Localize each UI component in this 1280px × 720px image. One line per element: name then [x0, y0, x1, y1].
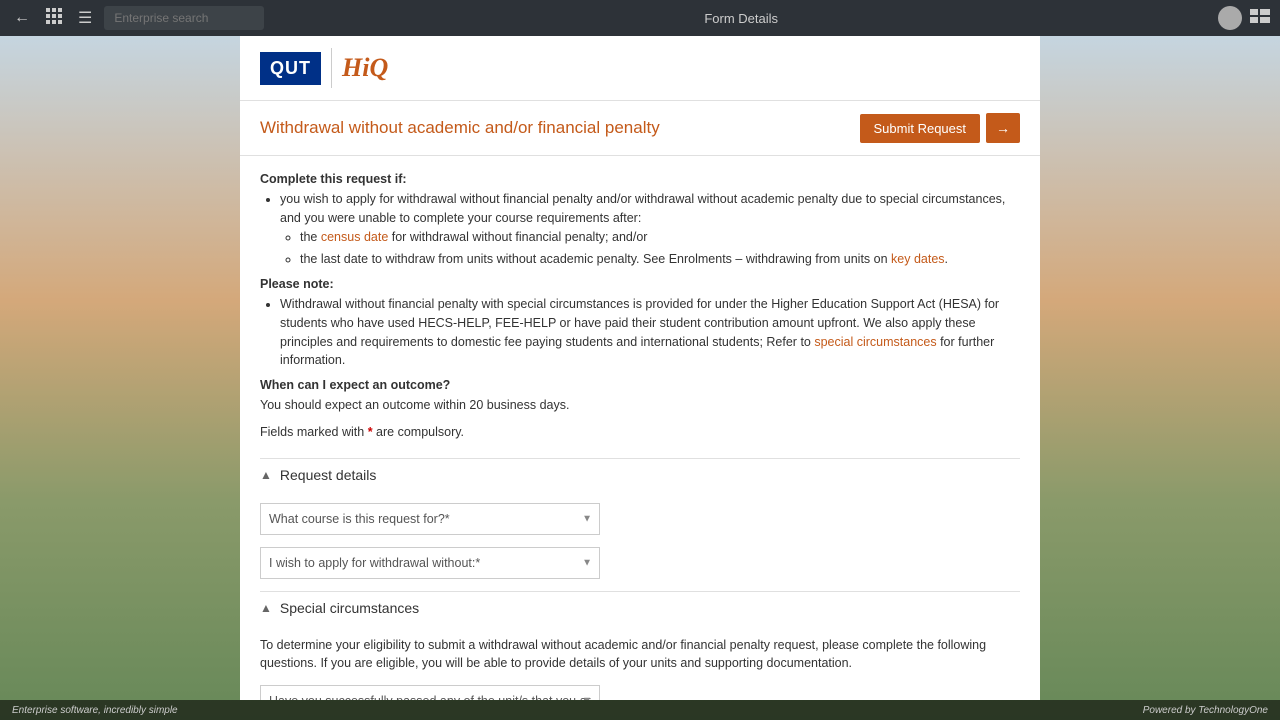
section-title-request-details: Request details [280, 467, 377, 483]
withdrawal-select-wrapper: I wish to apply for withdrawal without:* [260, 547, 600, 579]
when-text: You should expect an outcome within 20 b… [260, 396, 1020, 415]
form-body: Complete this request if: you wish to ap… [240, 156, 1040, 700]
special-circumstances-link[interactable]: special circumstances [814, 335, 936, 349]
statusbar-right: Powered by TechnologyOne [1143, 705, 1268, 716]
section-header-special-circumstances: ▲ Special circumstances [260, 591, 1020, 624]
form-title-actions: Submit Request → [860, 113, 1021, 143]
enterprise-search-input[interactable] [104, 6, 264, 30]
user-avatar[interactable] [1218, 6, 1242, 30]
passed-select-wrapper: Have you successfully passed any of the … [260, 685, 600, 700]
required-star: * [368, 425, 373, 439]
topbar-right [1218, 6, 1270, 30]
hiq-logo: HiQ [342, 53, 388, 83]
menu-icon[interactable]: ☰ [74, 4, 96, 32]
key-dates-link[interactable]: key dates [891, 252, 945, 266]
form-group-passed: Have you successfully passed any of the … [260, 685, 1020, 700]
qut-logo: QUT [260, 52, 321, 85]
when-heading: When can I expect an outcome? [260, 378, 1020, 392]
special-circ-description: To determine your eligibility to submit … [260, 636, 1020, 674]
withdrawal-select[interactable]: I wish to apply for withdrawal without:* [260, 547, 600, 579]
required-note: Fields marked with * are compulsory. [260, 423, 1020, 442]
please-note-heading: Please note: [260, 277, 1020, 291]
intro-bullets: you wish to apply for withdrawal without… [260, 190, 1020, 269]
logo-divider [331, 48, 332, 88]
intro-bullet-1: you wish to apply for withdrawal without… [280, 190, 1020, 269]
form-group-course: What course is this request for?* [260, 503, 1020, 535]
grid-icon[interactable]: ​ [42, 4, 66, 33]
statusbar-left: Enterprise software, incredibly simple [12, 705, 178, 716]
topbar-center-label: Form Details [704, 11, 778, 26]
form-title-bar: Withdrawal without academic and/or finan… [240, 101, 1040, 156]
intro-sub-bullet-2: the last date to withdraw from units wit… [300, 250, 1020, 269]
view-icon[interactable] [1250, 9, 1270, 28]
intro-sub-bullets: the census date for withdrawal without f… [280, 228, 1020, 270]
topbar-title: Form Details [272, 11, 1210, 26]
form-group-withdrawal: I wish to apply for withdrawal without:* [260, 547, 1020, 579]
back-icon[interactable]: ← [10, 5, 34, 31]
please-note-text: Withdrawal without financial penalty wit… [280, 295, 1020, 370]
census-date-link[interactable]: census date [321, 230, 388, 244]
passed-select[interactable]: Have you successfully passed any of the … [260, 685, 600, 700]
please-note-bullets: Withdrawal without financial penalty wit… [260, 295, 1020, 370]
arrow-button[interactable]: → [986, 113, 1020, 143]
topbar-left: ← ​ ☰ [10, 4, 264, 33]
course-select[interactable]: What course is this request for?* [260, 503, 600, 535]
section-toggle-request-details[interactable]: ▲ [260, 468, 272, 482]
complete-if-heading: Complete this request if: [260, 172, 1020, 186]
topbar: ← ​ ☰ Form Details [0, 0, 1280, 36]
section-header-request-details: ▲ Request details [260, 458, 1020, 491]
statusbar: Enterprise software, incredibly simple P… [0, 700, 1280, 720]
intro-sub-bullet-1: the census date for withdrawal without f… [300, 228, 1020, 247]
form-title: Withdrawal without academic and/or finan… [260, 118, 660, 138]
section-title-special-circumstances: Special circumstances [280, 600, 419, 616]
submit-request-button[interactable]: Submit Request [860, 114, 981, 143]
intro-section: Complete this request if: you wish to ap… [260, 172, 1020, 442]
form-panel: QUT HiQ Withdrawal without academic and/… [240, 36, 1040, 700]
course-select-wrapper: What course is this request for?* [260, 503, 600, 535]
form-header: QUT HiQ [240, 36, 1040, 101]
section-toggle-special-circumstances[interactable]: ▲ [260, 601, 272, 615]
